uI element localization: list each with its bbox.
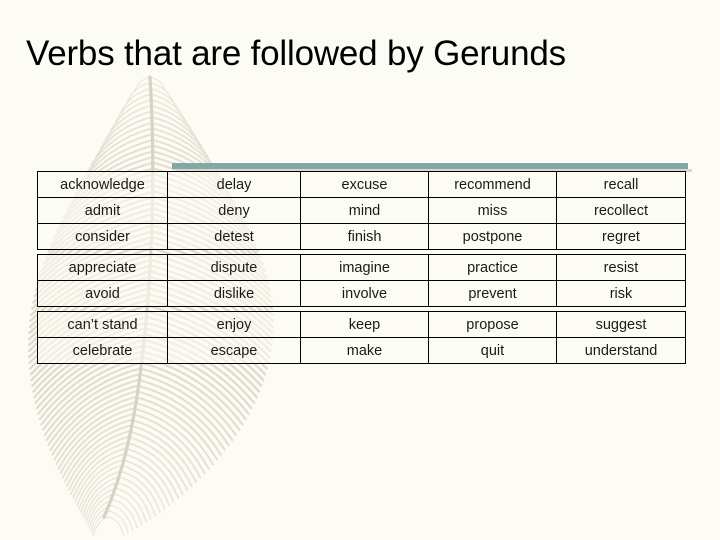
verb-cell: risk	[556, 280, 686, 307]
verb-cell: excuse	[300, 171, 429, 198]
verb-cell: imagine	[300, 254, 429, 281]
verb-table-group: acknowledge delay excuse recommend recall adm…	[37, 171, 686, 250]
verb-cell: avoid	[37, 280, 168, 307]
verb-cell: suggest	[556, 311, 686, 338]
verb-cell: recall	[556, 171, 686, 198]
verb-cell: regret	[556, 223, 686, 250]
verb-cell: quit	[428, 337, 557, 364]
verb-cell: postpone	[428, 223, 557, 250]
verb-cell: dislike	[167, 280, 301, 307]
verb-cell: finish	[300, 223, 429, 250]
verb-cell: involve	[300, 280, 429, 307]
verb-cell: recommend	[428, 171, 557, 198]
verb-table-group: appreciate dispute imagine practice resist av…	[37, 254, 686, 307]
page-title: Verbs that are followed by Gerunds	[26, 34, 566, 73]
verb-cell: appreciate	[37, 254, 168, 281]
verb-table: acknowledge delay excuse recommend recall adm…	[37, 171, 686, 364]
verb-cell: can’t stand	[37, 311, 168, 338]
table-row: acknowledge delay excuse recommend recall	[37, 171, 686, 198]
verb-table-group: can’t stand enjoy keep propose suggest celebr…	[37, 311, 686, 364]
table-row: celebrate escape make quit understand	[37, 337, 686, 364]
verb-cell: admit	[37, 197, 168, 224]
verb-cell: deny	[167, 197, 301, 224]
table-row: consider detest finish postpone regret	[37, 223, 686, 250]
verb-cell: practice	[428, 254, 557, 281]
verb-cell: keep	[300, 311, 429, 338]
verb-cell: understand	[556, 337, 686, 364]
verb-cell: detest	[167, 223, 301, 250]
verb-cell: propose	[428, 311, 557, 338]
verb-cell: enjoy	[167, 311, 301, 338]
verb-cell: recollect	[556, 197, 686, 224]
verb-cell: mind	[300, 197, 429, 224]
verb-cell: escape	[167, 337, 301, 364]
accent-bar	[172, 163, 688, 169]
verb-cell: resist	[556, 254, 686, 281]
verb-cell: miss	[428, 197, 557, 224]
table-row: can’t stand enjoy keep propose suggest	[37, 311, 686, 338]
verb-cell: delay	[167, 171, 301, 198]
verb-cell: prevent	[428, 280, 557, 307]
table-row: avoid dislike involve prevent risk	[37, 280, 686, 307]
table-row: appreciate dispute imagine practice resist	[37, 254, 686, 281]
verb-cell: consider	[37, 223, 168, 250]
verb-cell: make	[300, 337, 429, 364]
verb-cell: dispute	[167, 254, 301, 281]
table-row: admit deny mind miss recollect	[37, 197, 686, 224]
verb-cell: acknowledge	[37, 171, 168, 198]
verb-cell: celebrate	[37, 337, 168, 364]
